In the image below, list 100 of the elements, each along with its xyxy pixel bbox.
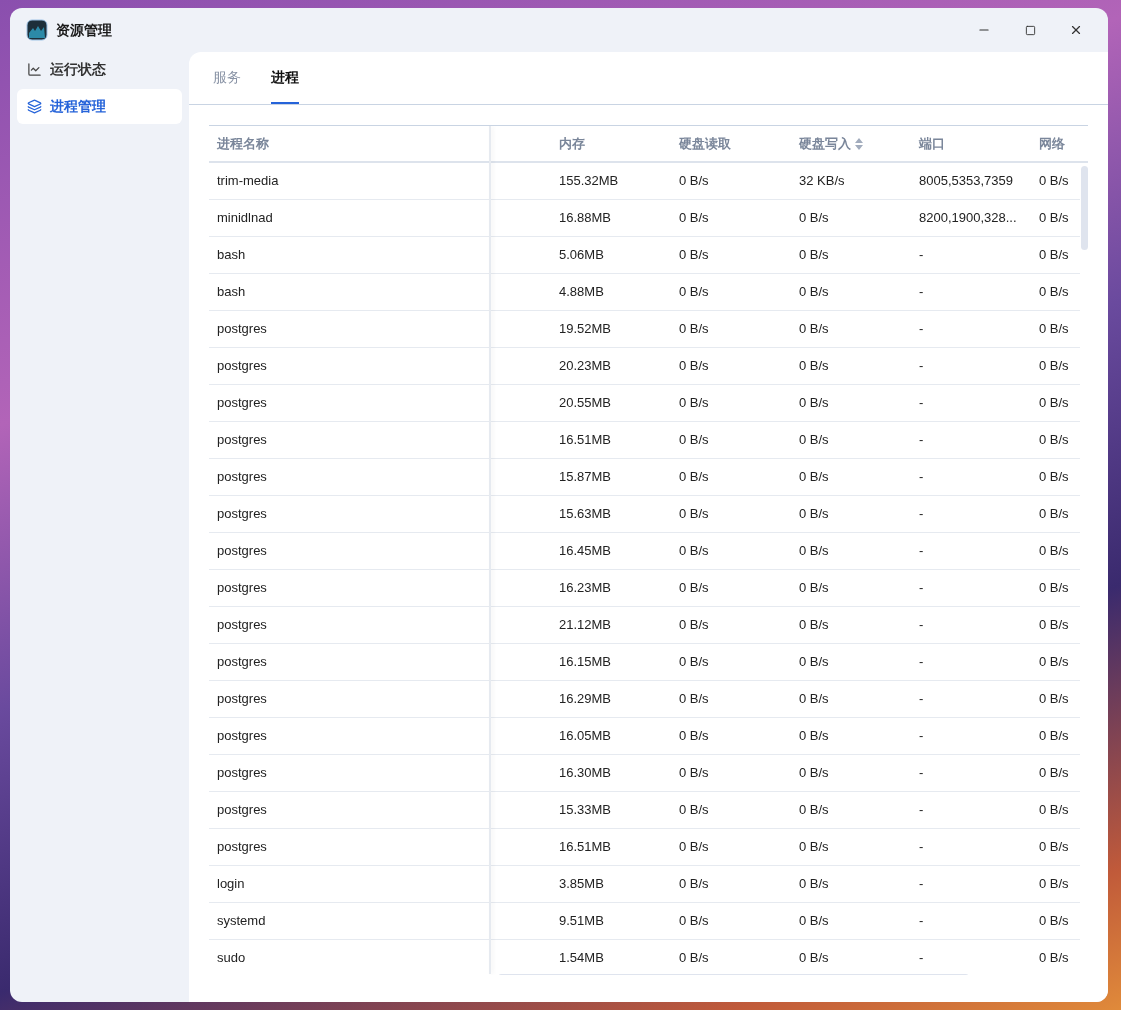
table-cell-text: 0 B/s	[1039, 357, 1069, 376]
table-cell-text: 0 B/s	[1039, 542, 1069, 561]
table-cell-text: 0 B/s	[1039, 838, 1069, 857]
table-cell-text: -	[919, 357, 924, 376]
table-cell-text: postgres	[217, 653, 267, 672]
table-cell-text: -	[919, 690, 924, 709]
close-icon	[1069, 23, 1083, 37]
sidebar-item[interactable]: 运行状态	[17, 52, 182, 87]
table-cell-text: 3.85MB	[559, 875, 604, 894]
table-cell-text: postgres	[217, 431, 267, 450]
table-cell-text: 15.87MB	[559, 468, 612, 487]
table-cell-text: 0 B/s	[679, 616, 709, 635]
table-cell-text: -	[919, 542, 924, 561]
table-cell-text: 20.55MB	[559, 394, 612, 413]
table-cell-text: -	[919, 838, 924, 857]
column-header: 进程名称	[217, 134, 269, 153]
table-cell-text: 0 B/s	[1039, 912, 1069, 931]
table-cell-text: 0 B/s	[1039, 172, 1069, 191]
table-cell-text: 0 B/s	[679, 431, 709, 450]
table-cell-text: postgres	[217, 616, 267, 635]
table-cell-text: 0 B/s	[679, 394, 709, 413]
table-cell-text: bash	[217, 283, 246, 302]
table-cell-text: trim-media	[217, 172, 279, 191]
table-cell-text: 0 B/s	[1039, 468, 1069, 487]
table-cell-text: 16.15MB	[559, 653, 612, 672]
tab[interactable]: 进程	[271, 52, 299, 104]
table-cell-text: postgres	[217, 394, 267, 413]
table-cell-text: 0 B/s	[679, 690, 709, 709]
table-cell-text: 0 B/s	[799, 801, 829, 820]
table-cell-text: 16.05MB	[559, 727, 612, 746]
table-cell-text: 0 B/s	[679, 542, 709, 561]
table-cell-text: -	[919, 727, 924, 746]
table-cell-text: 0 B/s	[679, 505, 709, 524]
table-cell-text: 0 B/s	[799, 690, 829, 709]
table-cell-text: 32 KB/s	[799, 172, 845, 191]
table-cell-text: systemd	[217, 912, 266, 931]
table-cell-text: 155.32MB	[559, 172, 619, 191]
table-cell-text: 0 B/s	[799, 246, 829, 265]
table-cell-text: 16.51MB	[559, 431, 612, 450]
table-cell-text: 0 B/s	[679, 320, 709, 339]
table-cell-text: postgres	[217, 468, 267, 487]
table-cell-text: 15.33MB	[559, 801, 612, 820]
table-cell-text: 0 B/s	[679, 727, 709, 746]
table-cell-text: sudo	[217, 949, 246, 968]
table-cell-text: 0 B/s	[799, 320, 829, 339]
table-cell-text: 0 B/s	[799, 838, 829, 857]
table-cell-text: 0 B/s	[679, 209, 709, 228]
table-cell-text: 0 B/s	[1039, 949, 1069, 968]
table-cell-text: 0 B/s	[679, 801, 709, 820]
line-chart-icon	[27, 62, 42, 77]
table-cell-text: 15.63MB	[559, 505, 612, 524]
window-title: 资源管理	[56, 20, 112, 40]
table-cell-text: 0 B/s	[1039, 579, 1069, 598]
table-cell-text: 0 B/s	[1039, 690, 1069, 709]
table-cell-text: 0 B/s	[679, 283, 709, 302]
table-cell-text: 21.12MB	[559, 616, 612, 635]
table-cell-text: postgres	[217, 579, 267, 598]
table-cell-text: postgres	[217, 764, 267, 783]
table-cell-text: 19.52MB	[559, 320, 612, 339]
table-cell-text: 16.45MB	[559, 542, 612, 561]
table-cell-text: postgres	[217, 727, 267, 746]
table-cell-text: bash	[217, 246, 246, 265]
table-cell-text: 0 B/s	[1039, 209, 1069, 228]
table-cell-text: -	[919, 505, 924, 524]
table-cell-text: postgres	[217, 542, 267, 561]
table-cell-text: -	[919, 764, 924, 783]
table-cell-text: -	[919, 875, 924, 894]
table-cell-text: -	[919, 468, 924, 487]
table-cell-text: -	[919, 394, 924, 413]
table-cell-text: 8200,1900,328...	[919, 209, 1017, 228]
table-cell-text: 0 B/s	[799, 209, 829, 228]
table-cell-text: 20.23MB	[559, 357, 612, 376]
column-header: 端口	[919, 134, 945, 153]
table-cell-text: postgres	[217, 801, 267, 820]
table-cell-text: -	[919, 579, 924, 598]
tab[interactable]: 服务	[213, 52, 241, 104]
table-cell-text: -	[919, 246, 924, 265]
table-cell-text: 0 B/s	[679, 653, 709, 672]
vertical-scrollbar[interactable]	[1081, 166, 1088, 250]
column-header: 内存	[559, 134, 585, 153]
table-cell-text: 0 B/s	[799, 875, 829, 894]
table-cell-text: 0 B/s	[1039, 246, 1069, 265]
table-cell-text: 0 B/s	[1039, 764, 1069, 783]
sort-icon[interactable]	[855, 137, 863, 150]
maximize-icon	[1024, 24, 1036, 36]
table-cell-text: 9.51MB	[559, 912, 604, 931]
table-cell-text: 0 B/s	[679, 875, 709, 894]
table-cell-text: 0 B/s	[799, 616, 829, 635]
table-cell-text: 0 B/s	[799, 542, 829, 561]
table-cell-text: 5.06MB	[559, 246, 604, 265]
table-cell-text: 0 B/s	[1039, 801, 1069, 820]
table-cell-text: 0 B/s	[1039, 320, 1069, 339]
table-cell-text: 0 B/s	[799, 505, 829, 524]
column-header: 网络	[1039, 134, 1065, 153]
sidebar-item[interactable]: 进程管理	[17, 89, 182, 124]
table-cell-text: 0 B/s	[679, 246, 709, 265]
table-cell-text: 0 B/s	[799, 653, 829, 672]
table-cell-text: -	[919, 616, 924, 635]
table-cell-text: 4.88MB	[559, 283, 604, 302]
column-header[interactable]: 硬盘写入	[799, 133, 863, 154]
